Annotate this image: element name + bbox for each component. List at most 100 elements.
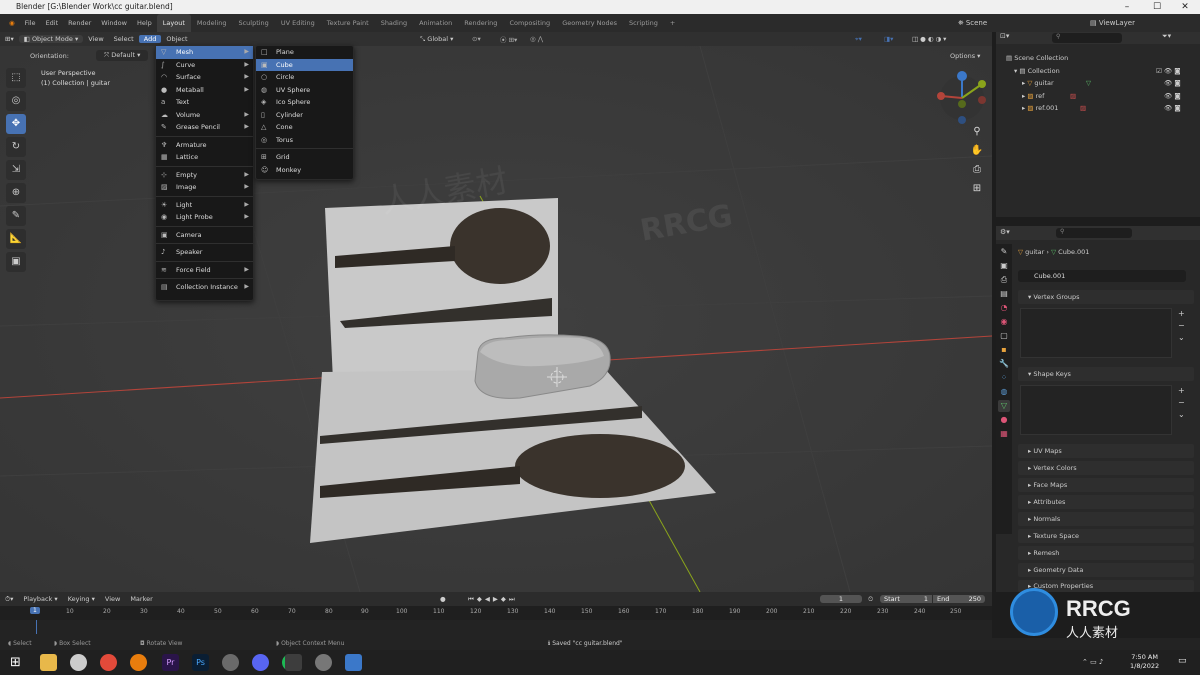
menu-file[interactable]: File xyxy=(20,14,41,32)
outliner-editor-icon[interactable]: ⊡▾ xyxy=(1000,32,1009,40)
tab-sculpting[interactable]: Sculpting xyxy=(232,14,274,32)
blender-logo-icon[interactable]: ◉ xyxy=(4,14,20,32)
add-menu-item-grease-pencil[interactable]: ✎ Grease Pencil ▶ xyxy=(156,121,253,134)
tab-animation[interactable]: Animation xyxy=(413,14,458,32)
blender-active-icon[interactable] xyxy=(285,654,302,671)
mesh-data-tab-icon[interactable]: ▽ xyxy=(998,400,1010,412)
object-tab-icon[interactable]: ▪ xyxy=(998,344,1010,356)
outliner-item-guitar[interactable]: ▸ ▽ guitar ▽ 👁 ◙ xyxy=(1006,77,1200,90)
panel-normals[interactable]: ▸ Normals xyxy=(1018,512,1194,526)
chrome-icon[interactable] xyxy=(100,654,117,671)
shading-mode-icons[interactable]: ◫●◐◑▾ xyxy=(912,35,948,43)
menu-window[interactable]: Window xyxy=(96,14,132,32)
blender-taskbar-icon[interactable] xyxy=(130,654,147,671)
maximize-icon[interactable]: ☐ xyxy=(1142,0,1172,14)
panel-attributes[interactable]: ▸ Attributes xyxy=(1018,495,1194,509)
tab-scripting[interactable]: Scripting xyxy=(623,14,664,32)
premiere-icon[interactable]: Pr xyxy=(162,654,179,671)
mesh-item-circle[interactable]: ○ Circle xyxy=(256,71,353,84)
annotate-tool-icon[interactable]: ✎ xyxy=(6,206,26,226)
clock[interactable]: 7:50 AM 1/8/2022 xyxy=(1130,653,1159,671)
tab-shading[interactable]: Shading xyxy=(375,14,413,32)
tab-layout[interactable]: Layout xyxy=(156,14,191,32)
menu-object[interactable]: Object xyxy=(161,35,192,43)
scene-tab-icon[interactable]: ◔ xyxy=(998,302,1010,314)
add-menu-item-image[interactable]: ▨ Image ▶ xyxy=(156,181,253,194)
mesh-item-monkey[interactable]: ☺ Monkey xyxy=(256,164,353,177)
panel-shape-keys[interactable]: ▾ Shape Keys xyxy=(1018,367,1194,381)
outliner-item-collection[interactable]: ▾ ▤ Collection ☑ 👁 ◙ xyxy=(1006,65,1200,78)
panel-geometry-data[interactable]: ▸ Geometry Data xyxy=(1018,563,1194,577)
playback-controls[interactable]: ⏮◆◀▶◆⏭ xyxy=(468,595,518,604)
chevron-down-icon[interactable]: ⌄ xyxy=(1178,409,1185,421)
add-menu-item-text[interactable]: a Text xyxy=(156,96,253,109)
menu-keying[interactable]: Keying ▾ xyxy=(63,595,100,603)
jump-end-icon[interactable]: ⏭ xyxy=(509,595,518,603)
tab-modeling[interactable]: Modeling xyxy=(191,14,233,32)
pan-hand-icon[interactable]: ✋ xyxy=(970,141,984,160)
prev-keyframe-icon[interactable]: ◆ xyxy=(477,595,485,603)
shape-keys-list[interactable] xyxy=(1020,385,1172,435)
proportional-icon[interactable]: ◎ ⋀ xyxy=(530,35,543,43)
editor-type-icon[interactable]: ⊞▾ xyxy=(0,35,19,43)
scene-selector[interactable]: ⛯ Scene xyxy=(958,14,987,32)
play-icon[interactable]: ▶ xyxy=(493,595,501,603)
menu-playback[interactable]: Playback ▾ xyxy=(18,595,62,603)
mesh-item-torus[interactable]: ◎ Torus xyxy=(256,134,353,147)
mode-selector[interactable]: ◧ Object Mode ▾ xyxy=(18,35,84,43)
menu-edit[interactable]: Edit xyxy=(41,14,64,32)
panel-vertex-groups[interactable]: ▾ Vertex Groups xyxy=(1018,290,1194,304)
file-explorer-icon[interactable] xyxy=(40,654,57,671)
timeline-ruler[interactable]: 1 10 20 30 40 50 60 70 80 90 100 110 120… xyxy=(0,606,992,634)
add-menu-item-light-probe[interactable]: ◉ Light Probe ▶ xyxy=(156,211,253,224)
photoshop-icon[interactable]: Ps xyxy=(192,654,209,671)
physics-tab-icon[interactable]: ◍ xyxy=(998,386,1010,398)
particles-tab-icon[interactable]: ⁘ xyxy=(998,372,1010,384)
tab-uv-editing[interactable]: UV Editing xyxy=(275,14,321,32)
vertex-groups-list[interactable] xyxy=(1020,308,1172,358)
mesh-item-cube[interactable]: ▣ Cube xyxy=(256,58,353,71)
system-tray-icons[interactable]: ⌃ ▭ ♪ xyxy=(1082,658,1103,666)
filter-icon[interactable]: ⏷▾ xyxy=(1162,32,1171,41)
next-keyframe-icon[interactable]: ◆ xyxy=(501,595,509,603)
discord-icon[interactable] xyxy=(252,654,269,671)
jump-start-icon[interactable]: ⏮ xyxy=(468,595,477,603)
add-menu-item-surface[interactable]: ◠ Surface ▶ xyxy=(156,71,253,84)
play-reverse-icon[interactable]: ◀ xyxy=(485,595,493,603)
app-icon[interactable] xyxy=(70,654,87,671)
properties-search-input[interactable]: ⚲ xyxy=(1056,228,1132,238)
mesh-item-ico-sphere[interactable]: ◈ Ico Sphere xyxy=(256,96,353,109)
mesh-item-cone[interactable]: △ Cone xyxy=(256,121,353,134)
modifier-tab-icon[interactable]: 🔧 xyxy=(998,358,1010,370)
visibility-icons[interactable]: ☑ 👁 ◙ xyxy=(1156,65,1181,78)
close-icon[interactable]: ✕ xyxy=(1170,0,1200,14)
measure-tool-icon[interactable]: 📐 xyxy=(6,229,26,249)
zoom-icon[interactable]: ⚲ xyxy=(970,122,984,141)
visibility-icons[interactable]: 👁 ◙ xyxy=(1164,90,1181,103)
tab-rendering[interactable]: Rendering xyxy=(458,14,503,32)
add-menu-item-camera[interactable]: ▣ Camera xyxy=(156,229,253,242)
remove-icon[interactable]: − xyxy=(1178,397,1185,409)
app-icon[interactable] xyxy=(222,654,239,671)
mesh-item-uv-sphere[interactable]: ◍ UV Sphere xyxy=(256,84,353,97)
notification-icon[interactable]: ▭ xyxy=(1178,656,1187,666)
add-menu-item-metaball[interactable]: ● Metaball ▶ xyxy=(156,84,253,97)
panel-face-maps[interactable]: ▸ Face Maps xyxy=(1018,478,1194,492)
remove-icon[interactable]: − xyxy=(1178,320,1185,332)
add-workspace-icon[interactable]: + xyxy=(664,14,681,32)
transform-orientation[interactable]: ⤡ Global ▾ xyxy=(420,35,453,44)
outliner-item-ref-001[interactable]: ▸ ▨ ref.001 ▨ 👁 ◙ xyxy=(1006,102,1200,115)
render-tab-icon[interactable]: ▣ xyxy=(998,260,1010,272)
tab-geometry-nodes[interactable]: Geometry Nodes xyxy=(556,14,623,32)
mesh-item-grid[interactable]: ⊞ Grid xyxy=(256,151,353,164)
panel-vertex-colors[interactable]: ▸ Vertex Colors xyxy=(1018,461,1194,475)
add-icon[interactable]: + xyxy=(1178,308,1185,320)
add-cube-tool-icon[interactable]: ▣ xyxy=(6,252,26,272)
mesh-item-plane[interactable]: □ Plane xyxy=(256,46,353,59)
viewlayer-selector[interactable]: ▤ ViewLayer xyxy=(1090,14,1135,32)
outliner-item-ref[interactable]: ▸ ▨ ref ▨ 👁 ◙ xyxy=(1006,90,1200,103)
outliner-scene-collection[interactable]: ▤ Scene Collection xyxy=(1006,52,1200,65)
windows-start-icon[interactable]: ⊞ xyxy=(10,654,27,671)
orientation-dropdown[interactable]: ⤧ Default ▾ xyxy=(96,50,149,61)
snap-icon[interactable]: ⦿ ⊞▾ xyxy=(500,34,517,44)
